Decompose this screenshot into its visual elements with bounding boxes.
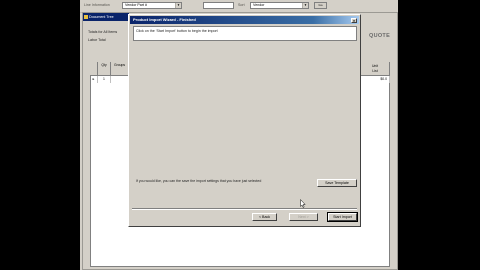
instruction-text: Click on the 'Start Import' button to be… — [136, 29, 218, 33]
dialog-title: Product Import Wizard - Finished — [133, 17, 196, 22]
instruction-box: Click on the 'Start Import' button to be… — [133, 26, 357, 41]
start-import-button[interactable]: Start Import — [327, 212, 358, 222]
row-indicator[interactable]: ▸ — [90, 76, 98, 83]
back-button[interactable]: < Back — [252, 213, 277, 221]
list-header-text: List — [372, 69, 378, 73]
qty-column-header[interactable]: Qty — [98, 62, 111, 76]
vendor-part-value: Vendor Part # — [125, 3, 147, 7]
next-button[interactable]: Next > — [289, 213, 318, 221]
list-price-cell[interactable]: $0.0 — [361, 76, 390, 83]
chevron-down-icon[interactable]: ▼ — [175, 3, 181, 8]
vendor-value: Vendor — [253, 3, 265, 7]
import-wizard-dialog: Product Import Wizard - Finished × Click… — [128, 14, 361, 227]
save-settings-prompt: If you would like, you can the save the … — [136, 179, 262, 183]
labor-total-label: Labor Total — [88, 38, 106, 42]
go-button[interactable]: Go — [314, 2, 327, 9]
dialog-separator — [132, 208, 357, 210]
search-field[interactable] — [203, 2, 234, 9]
chevron-down-icon[interactable]: ▼ — [302, 3, 308, 8]
unit-list-column-header[interactable]: Unit List — [361, 62, 390, 76]
vendor-combo[interactable]: Vendor ▼ — [250, 2, 309, 9]
dialog-title-bar: Product Import Wizard - Finished × — [130, 16, 359, 24]
mouse-pointer-icon — [300, 199, 306, 208]
totals-label: Totals for All Items — [88, 30, 118, 34]
close-icon[interactable]: × — [351, 18, 357, 23]
groups-column-header[interactable]: Groups — [111, 62, 129, 76]
document-tree-title: Document Tree — [83, 13, 129, 21]
vendor-part-combo[interactable]: Vendor Part # ▼ — [122, 2, 182, 9]
document-tree-title-text: Document Tree — [89, 15, 114, 19]
qty-cell[interactable]: 1 — [98, 76, 111, 83]
row-selector-header — [90, 62, 98, 76]
folder-icon — [84, 15, 88, 19]
save-template-button[interactable]: Save Template — [317, 179, 357, 187]
toolbar-left-label: Line Information — [84, 3, 110, 7]
quote-label: QUOTE — [369, 33, 391, 39]
sort-label: Sort — [238, 3, 245, 7]
